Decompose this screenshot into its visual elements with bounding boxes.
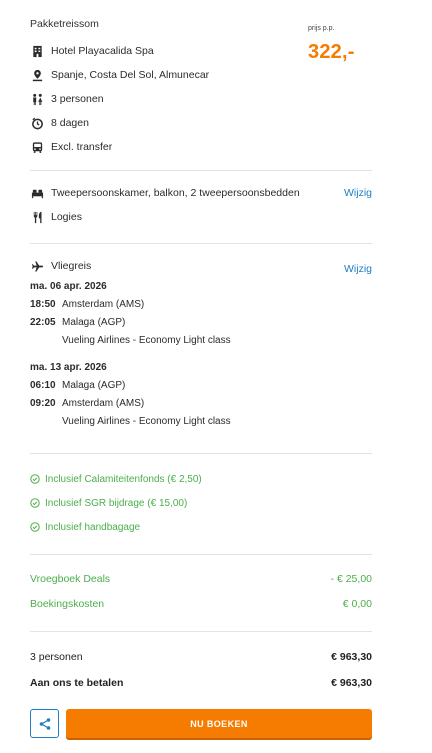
check-circle-icon xyxy=(30,522,41,533)
location-text: Spanje, Costa Del Sol, Almunecar xyxy=(51,69,210,81)
arrival-airport: Amsterdam (AMS) xyxy=(62,398,145,409)
edit-room-link[interactable]: Wijzig xyxy=(344,187,372,199)
persons-text: 3 personen xyxy=(51,93,104,105)
hotel-row: Hotel Playacalida Spa xyxy=(30,43,154,59)
airplane-icon xyxy=(30,259,44,273)
check-circle-icon xyxy=(30,474,41,485)
package-title: Pakketreissom xyxy=(30,18,99,30)
room-type: Tweepersoonskamer, balkon, 2 tweepersoon… xyxy=(51,187,300,199)
persons-total-value: € 963,30 xyxy=(331,651,372,663)
early-booking-value: - € 25,00 xyxy=(330,573,372,585)
price-label: prijs p.p. xyxy=(308,25,335,32)
return-departure: 06:10 Malaga (AGP) xyxy=(30,380,125,391)
outbound-airline: Vueling Airlines - Economy Light class xyxy=(62,335,231,346)
arrival-time: 09:20 xyxy=(30,398,56,409)
divider xyxy=(30,243,372,244)
divider xyxy=(30,554,372,555)
board-type: Logies xyxy=(51,211,82,223)
outbound-departure: 18:50 Amsterdam (AMS) xyxy=(30,299,144,310)
duration-text: 8 dagen xyxy=(51,117,89,129)
book-now-button[interactable]: NU BOEKEN xyxy=(66,709,372,738)
return-arrival: 09:20 Amsterdam (AMS) xyxy=(30,398,144,409)
departure-airport: Malaga (AGP) xyxy=(62,380,126,391)
flight-row: Vliegreis xyxy=(30,258,91,274)
bed-icon xyxy=(30,186,44,200)
early-booking-label: Vroegboek Deals xyxy=(30,573,111,585)
persons-row: 3 personen xyxy=(30,91,104,107)
people-icon xyxy=(30,92,44,106)
booking-fee-label: Boekingskosten xyxy=(30,598,105,610)
return-airline: Vueling Airlines - Economy Light class xyxy=(62,416,231,427)
inclusion-text: Inclusief handbagage xyxy=(45,522,141,533)
inclusion-text: Inclusief SGR bijdrage (€ 15,00) xyxy=(45,498,188,509)
arrival-airport: Malaga (AGP) xyxy=(62,317,126,328)
flight-title: Vliegreis xyxy=(51,260,92,272)
divider xyxy=(30,453,372,454)
building-icon xyxy=(30,44,44,58)
cutlery-icon xyxy=(30,210,44,224)
divider xyxy=(30,631,372,632)
clock-icon xyxy=(30,116,44,130)
departure-airport: Amsterdam (AMS) xyxy=(62,299,145,310)
bus-icon xyxy=(30,140,44,154)
transfer-row: Excl. transfer xyxy=(30,139,112,155)
departure-time: 06:10 xyxy=(30,380,56,391)
share-button[interactable] xyxy=(30,709,59,738)
room-row: Tweepersoonskamer, balkon, 2 tweepersoon… xyxy=(30,185,300,201)
edit-flight-link[interactable]: Wijzig xyxy=(344,263,372,275)
outbound-date: ma. 06 apr. 2026 xyxy=(30,281,107,292)
amount-due-row: Aan ons te betalen € 963,30 xyxy=(30,677,372,689)
inclusion-item: Inclusief Calamiteitenfonds (€ 2,50) xyxy=(30,474,202,485)
location-row: Spanje, Costa Del Sol, Almunecar xyxy=(30,67,209,83)
booking-fee-row: Boekingskosten € 0,00 xyxy=(30,598,372,610)
return-date: ma. 13 apr. 2026 xyxy=(30,362,107,373)
check-circle-icon xyxy=(30,498,41,509)
board-row: Logies xyxy=(30,209,82,225)
hotel-name: Hotel Playacalida Spa xyxy=(51,45,154,57)
arrival-time: 22:05 xyxy=(30,317,56,328)
persons-total-row: 3 personen € 963,30 xyxy=(30,651,372,663)
inclusion-item: Inclusief SGR bijdrage (€ 15,00) xyxy=(30,498,187,509)
map-pin-icon xyxy=(30,68,44,82)
inclusion-item: Inclusief handbagage xyxy=(30,522,140,533)
share-icon xyxy=(39,717,50,730)
persons-total-label: 3 personen xyxy=(30,651,83,663)
transfer-text: Excl. transfer xyxy=(51,141,113,153)
amount-due-label: Aan ons te betalen xyxy=(30,677,124,689)
outbound-arrival: 22:05 Malaga (AGP) xyxy=(30,317,125,328)
inclusion-text: Inclusief Calamiteitenfonds (€ 2,50) xyxy=(45,474,202,485)
departure-time: 18:50 xyxy=(30,299,56,310)
booking-fee-value: € 0,00 xyxy=(342,598,372,610)
duration-row: 8 dagen xyxy=(30,115,89,131)
early-booking-row: Vroegboek Deals - € 25,00 xyxy=(30,573,372,585)
price-per-person: 322,- xyxy=(308,41,355,63)
divider xyxy=(30,170,372,171)
amount-due-value: € 963,30 xyxy=(331,677,372,689)
